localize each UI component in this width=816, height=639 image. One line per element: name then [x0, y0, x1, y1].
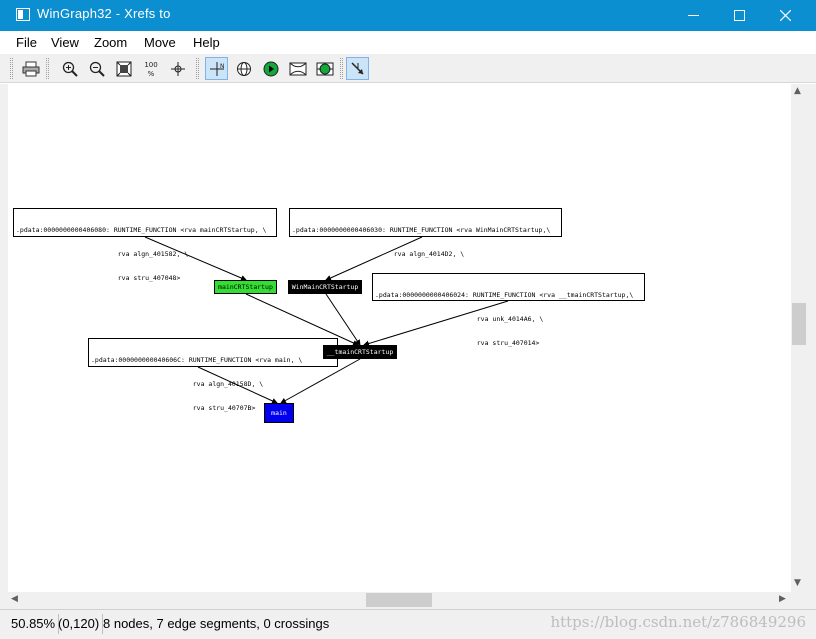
node-maincrtstartup[interactable]: mainCRTStartup — [214, 280, 277, 294]
node-line: rva unk_4014A6, \ — [375, 315, 544, 323]
node-line: rva stru_40707B> — [91, 404, 256, 412]
menu-zoom[interactable]: Zoom — [94, 35, 127, 50]
node-line: .pdata:0000000000406030: RUNTIME_FUNCTIO… — [292, 226, 551, 234]
follow-edge-button[interactable] — [346, 57, 369, 80]
menu-help[interactable]: Help — [193, 35, 220, 50]
window-frame-right — [808, 84, 816, 609]
normal-view-button[interactable]: N — [205, 57, 228, 80]
print-icon — [22, 61, 39, 76]
title-bar[interactable]: WinGraph32 - Xrefs to — [0, 0, 816, 31]
center-icon — [170, 61, 185, 76]
graph-canvas[interactable]: .pdata:0000000000406080: RUNTIME_FUNCTIO… — [8, 84, 791, 592]
toolbar-grip[interactable] — [340, 58, 343, 79]
toolbar-grip[interactable] — [196, 58, 199, 79]
fit-window-button[interactable] — [112, 57, 135, 80]
center-button[interactable] — [166, 57, 189, 80]
horizontal-scrollbar[interactable]: ◀ ▶ — [8, 592, 791, 609]
scroll-right-icon[interactable]: ▶ — [779, 594, 786, 604]
menu-move[interactable]: Move — [144, 35, 176, 50]
menu-file[interactable]: File — [16, 35, 37, 50]
zoom-in-icon — [62, 61, 78, 77]
fisheye-mode-icon — [316, 62, 333, 75]
vertical-scrollbar[interactable]: ▲ ▼ — [791, 84, 808, 592]
zoom-out-icon — [89, 61, 105, 77]
fisheye-mode-button[interactable] — [313, 57, 336, 80]
svg-text:100: 100 — [144, 61, 157, 69]
status-zoom: 50.85% — [8, 614, 60, 634]
zoom-out-button[interactable] — [85, 57, 108, 80]
minimize-button[interactable] — [670, 0, 716, 31]
fisheye-icon — [236, 61, 251, 76]
follow-edge-icon — [350, 61, 364, 75]
window-title: WinGraph32 - Xrefs to — [37, 6, 171, 21]
normal-view-icon: N — [209, 61, 225, 76]
toolbar: 100% N — [0, 54, 816, 83]
node-winmaincrtstartup[interactable]: WinMainCRTStartup — [288, 280, 362, 294]
minimize-icon — [687, 15, 699, 16]
status-bar: 50.85% (0,120) 8 nodes, 7 edge segments,… — [0, 609, 816, 639]
scroll-corner — [791, 592, 808, 609]
node-pdata-main[interactable]: .pdata:000000000040606C: RUNTIME_FUNCTIO… — [88, 338, 338, 412]
zoom-100-button[interactable]: 100% — [139, 57, 162, 80]
scroll-down-icon[interactable]: ▼ — [794, 578, 801, 588]
node-pdata-maincrtstartup[interactable]: .pdata:0000000000406080: RUNTIME_FUNCTIO… — [13, 208, 277, 282]
node-line: rva algn_40158D, \ — [91, 380, 264, 388]
node-line: rva stru_407014> — [375, 339, 540, 347]
polar-fisheye-button[interactable] — [259, 57, 282, 80]
cartesian-fisheye-button[interactable] — [286, 57, 309, 80]
node-line: rva algn_4014D2, \ — [292, 250, 465, 258]
fit-window-icon — [116, 61, 131, 76]
toolbar-grip[interactable] — [46, 58, 49, 79]
scroll-left-icon[interactable]: ◀ — [11, 594, 18, 604]
status-summary: 8 nodes, 7 edge segments, 0 crossings — [103, 616, 330, 631]
maximize-icon — [733, 10, 745, 21]
svg-text:%: % — [147, 70, 154, 78]
node-line: .pdata:000000000040606C: RUNTIME_FUNCTIO… — [91, 356, 303, 364]
node-pdata-winmaincrtstartup[interactable]: .pdata:0000000000406030: RUNTIME_FUNCTIO… — [289, 208, 562, 282]
maximize-button[interactable] — [716, 0, 762, 31]
print-button[interactable] — [19, 57, 42, 80]
vertical-scroll-thumb[interactable] — [792, 303, 806, 345]
node-main[interactable]: main — [264, 403, 294, 423]
app-icon — [16, 8, 30, 21]
close-icon — [779, 10, 791, 21]
status-position: (0,120) — [55, 614, 104, 634]
toolbar-grip[interactable] — [10, 58, 13, 79]
node-pdata-tmaincrtstartup[interactable]: .pdata:0000000000406024: RUNTIME_FUNCTIO… — [372, 273, 645, 347]
zoom-100-icon: 100% — [144, 61, 157, 78]
node-line: rva algn_401582, \ — [16, 250, 189, 258]
menu-bar: File View Zoom Move Help — [0, 31, 816, 54]
node-line: .pdata:0000000000406024: RUNTIME_FUNCTIO… — [375, 291, 634, 299]
cartesian-fisheye-icon — [289, 62, 306, 75]
polar-fisheye-icon — [263, 61, 278, 76]
window-frame-left — [0, 84, 8, 609]
close-button[interactable] — [762, 0, 808, 31]
horizontal-scroll-thumb[interactable] — [366, 593, 432, 607]
svg-text:N: N — [220, 63, 225, 70]
zoom-in-button[interactable] — [58, 57, 81, 80]
watermark-text: https://blog.csdn.net/z786849296 — [550, 613, 806, 631]
fisheye-button[interactable] — [232, 57, 255, 80]
menu-view[interactable]: View — [51, 35, 79, 50]
node-tmaincrtstartup[interactable]: __tmainCRTStartup — [323, 345, 397, 359]
node-line: .pdata:0000000000406080: RUNTIME_FUNCTIO… — [16, 226, 267, 234]
scroll-up-icon[interactable]: ▲ — [794, 86, 801, 96]
